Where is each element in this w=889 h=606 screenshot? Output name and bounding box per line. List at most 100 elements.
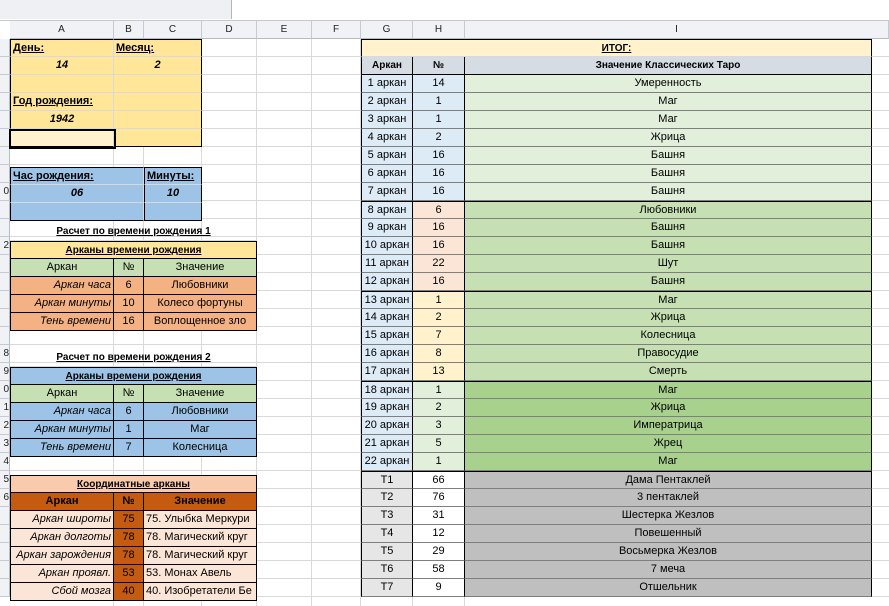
- result-number-cell[interactable]: 16: [413, 165, 465, 183]
- result-meaning-cell[interactable]: Шут: [465, 255, 872, 273]
- result-arcan-cell[interactable]: T5: [361, 543, 413, 561]
- column-header-a[interactable]: A: [10, 21, 114, 39]
- result-number-cell[interactable]: 3: [413, 417, 465, 435]
- empty-cell[interactable]: [144, 203, 202, 221]
- day-value[interactable]: 14: [10, 57, 114, 75]
- calc1-cell[interactable]: 10: [114, 295, 144, 313]
- result-arcan-cell[interactable]: 8 аркан: [361, 201, 413, 219]
- row-header[interactable]: [0, 273, 10, 291]
- calc2-cell[interactable]: Колесница: [144, 439, 257, 457]
- result-meaning-cell[interactable]: Колесница: [465, 327, 872, 345]
- column-header-c[interactable]: C: [144, 21, 202, 39]
- row-header[interactable]: 6: [0, 489, 10, 507]
- calc1-cell[interactable]: 16: [114, 313, 144, 331]
- row-header[interactable]: [0, 309, 10, 327]
- result-arcan-cell[interactable]: T1: [361, 471, 413, 489]
- result-meaning-cell[interactable]: Умеренность: [465, 75, 872, 93]
- coord-cell[interactable]: 40. Изобретатели Бе: [144, 583, 257, 601]
- row-header[interactable]: 2: [0, 417, 10, 435]
- row-header[interactable]: [0, 39, 10, 57]
- result-number-cell[interactable]: 6: [413, 201, 465, 219]
- result-meaning-cell[interactable]: Отшельник: [465, 579, 872, 597]
- result-number-cell[interactable]: 1: [413, 291, 465, 309]
- row-header[interactable]: [0, 147, 10, 165]
- result-meaning-cell[interactable]: Маг: [465, 453, 872, 471]
- result-meaning-cell[interactable]: Башня: [465, 273, 872, 291]
- row-header[interactable]: [0, 507, 10, 525]
- result-arcan-cell[interactable]: 16 аркан: [361, 345, 413, 363]
- result-number-cell[interactable]: 12: [413, 525, 465, 543]
- calc1-cell[interactable]: Любовники: [144, 277, 257, 295]
- result-number-cell[interactable]: 1: [413, 93, 465, 111]
- row-header[interactable]: [0, 111, 10, 129]
- result-meaning-cell[interactable]: 7 меча: [465, 561, 872, 579]
- result-meaning-cell[interactable]: Маг: [465, 111, 872, 129]
- result-arcan-cell[interactable]: T4: [361, 525, 413, 543]
- result-meaning-cell[interactable]: Правосудие: [465, 345, 872, 363]
- row-header[interactable]: 1: [0, 399, 10, 417]
- result-meaning-cell[interactable]: Башня: [465, 219, 872, 237]
- row-header[interactable]: [0, 219, 10, 237]
- calc1-cell[interactable]: Тень времени: [10, 313, 114, 331]
- row-header[interactable]: [0, 255, 10, 273]
- row-header[interactable]: 3: [0, 435, 10, 453]
- coord-cell[interactable]: Аркан проявл.: [10, 565, 114, 583]
- calc1-cell[interactable]: Аркан минуты: [10, 295, 114, 313]
- result-arcan-cell[interactable]: 4 аркан: [361, 129, 413, 147]
- result-arcan-cell[interactable]: 3 аркан: [361, 111, 413, 129]
- result-meaning-cell[interactable]: Жрица: [465, 399, 872, 417]
- column-header-g[interactable]: G: [361, 21, 413, 39]
- result-number-cell[interactable]: 76: [413, 489, 465, 507]
- result-meaning-cell[interactable]: 3 пентаклей: [465, 489, 872, 507]
- row-header[interactable]: [0, 525, 10, 543]
- calc2-cell[interactable]: Аркан часа: [10, 403, 114, 421]
- result-number-cell[interactable]: 16: [413, 237, 465, 255]
- result-number-cell[interactable]: 16: [413, 273, 465, 291]
- row-header[interactable]: [0, 93, 10, 111]
- row-header[interactable]: [0, 327, 10, 345]
- coord-cell[interactable]: 78. Магический круг: [144, 529, 257, 547]
- result-arcan-cell[interactable]: 13 аркан: [361, 291, 413, 309]
- empty-cell[interactable]: [10, 203, 144, 221]
- result-arcan-cell[interactable]: 14 аркан: [361, 309, 413, 327]
- result-arcan-cell[interactable]: 17 аркан: [361, 363, 413, 381]
- result-arcan-cell[interactable]: T3: [361, 507, 413, 525]
- result-meaning-cell[interactable]: Повешенный: [465, 525, 872, 543]
- empty-cell[interactable]: [114, 129, 202, 147]
- result-arcan-cell[interactable]: 9 аркан: [361, 219, 413, 237]
- calc2-cell[interactable]: Любовники: [144, 403, 257, 421]
- result-number-cell[interactable]: 1: [413, 453, 465, 471]
- row-header[interactable]: 0: [0, 183, 10, 201]
- result-arcan-cell[interactable]: 15 аркан: [361, 327, 413, 345]
- coord-cell[interactable]: 78. Магический круг: [144, 547, 257, 565]
- result-number-cell[interactable]: 14: [413, 75, 465, 93]
- result-meaning-cell[interactable]: Маг: [465, 291, 872, 309]
- empty-cell[interactable]: [10, 75, 114, 93]
- result-number-cell[interactable]: 2: [413, 399, 465, 417]
- coord-cell[interactable]: 53: [114, 565, 144, 583]
- result-meaning-cell[interactable]: Шестерка Жезлов: [465, 507, 872, 525]
- calc2-cell[interactable]: Аркан минуты: [10, 421, 114, 439]
- result-number-cell[interactable]: 29: [413, 543, 465, 561]
- result-arcan-cell[interactable]: 22 аркан: [361, 453, 413, 471]
- result-number-cell[interactable]: 66: [413, 471, 465, 489]
- result-number-cell[interactable]: 7: [413, 327, 465, 345]
- year-value[interactable]: 1942: [10, 111, 114, 129]
- result-meaning-cell[interactable]: Дама Пентаклей: [465, 471, 872, 489]
- column-header-d[interactable]: D: [202, 21, 257, 39]
- result-meaning-cell[interactable]: Башня: [465, 237, 872, 255]
- result-meaning-cell[interactable]: Смерть: [465, 363, 872, 381]
- result-arcan-cell[interactable]: 18 аркан: [361, 381, 413, 399]
- calc1-cell[interactable]: Воплощенное зло: [144, 313, 257, 331]
- result-arcan-cell[interactable]: 12 аркан: [361, 273, 413, 291]
- result-number-cell[interactable]: 16: [413, 147, 465, 165]
- row-header[interactable]: [0, 579, 10, 597]
- empty-cell[interactable]: [114, 93, 202, 111]
- coord-cell[interactable]: 75. Улыбка Меркури: [144, 511, 257, 529]
- coord-cell[interactable]: 78: [114, 547, 144, 565]
- row-header[interactable]: [0, 165, 10, 183]
- calc2-cell[interactable]: Маг: [144, 421, 257, 439]
- calc1-cell[interactable]: Колесо фортуны: [144, 295, 257, 313]
- empty-cell[interactable]: [114, 111, 202, 129]
- calc1-cell[interactable]: 6: [114, 277, 144, 295]
